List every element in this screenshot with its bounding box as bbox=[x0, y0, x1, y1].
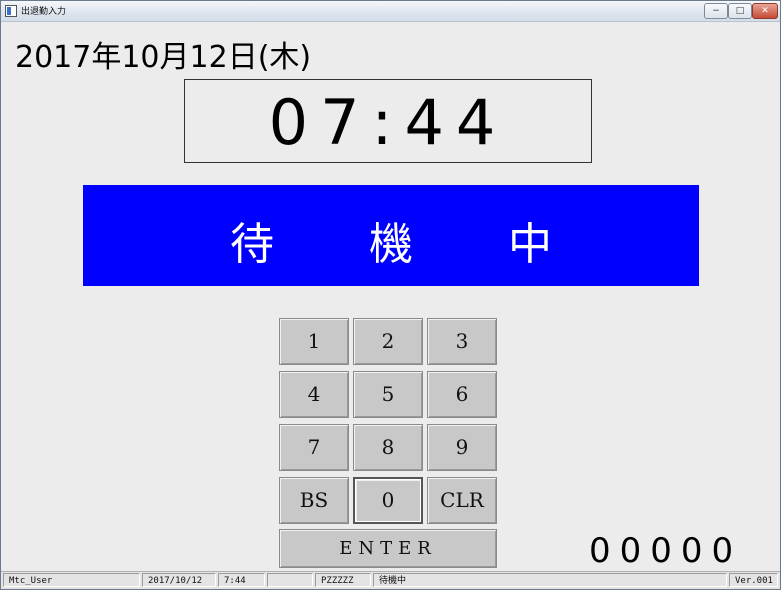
close-button[interactable]: ✕ bbox=[752, 3, 778, 19]
statusbar-code: PZZZZZ bbox=[315, 573, 371, 587]
clock-panel: 07:44 bbox=[184, 79, 592, 163]
key-1[interactable]: 1 bbox=[279, 318, 349, 365]
key-2[interactable]: 2 bbox=[353, 318, 423, 365]
statusbar-date: 2017/10/12 bbox=[142, 573, 216, 587]
maximize-button[interactable]: □ bbox=[728, 3, 752, 19]
key-0[interactable]: 0 bbox=[353, 477, 423, 524]
key-6[interactable]: 6 bbox=[427, 371, 497, 418]
clear-button[interactable]: CLR bbox=[427, 477, 497, 524]
key-5[interactable]: 5 bbox=[353, 371, 423, 418]
key-3[interactable]: 3 bbox=[427, 318, 497, 365]
backspace-button[interactable]: BS bbox=[279, 477, 349, 524]
status-bar: Mtc_User 2017/10/12 7:44 PZZZZZ 待機中 Ver.… bbox=[1, 571, 780, 589]
key-7[interactable]: 7 bbox=[279, 424, 349, 471]
enter-button[interactable]: ENTER bbox=[279, 529, 497, 568]
statusbar-version: Ver.001 bbox=[729, 573, 778, 587]
key-8[interactable]: 8 bbox=[353, 424, 423, 471]
key-4[interactable]: 4 bbox=[279, 371, 349, 418]
title-bar[interactable]: 出退勤入力 − □ ✕ bbox=[1, 1, 780, 22]
status-banner-text: 待機中 bbox=[230, 219, 647, 270]
clock-time: 07:44 bbox=[268, 86, 508, 159]
app-icon bbox=[5, 5, 17, 17]
status-banner: 待機中 bbox=[83, 185, 699, 286]
statusbar-time: 7:44 bbox=[218, 573, 265, 587]
statusbar-user: Mtc_User bbox=[3, 573, 140, 587]
key-9[interactable]: 9 bbox=[427, 424, 497, 471]
date-display: 2017年10月12日(木) bbox=[15, 40, 312, 75]
statusbar-state: 待機中 bbox=[373, 573, 727, 587]
window-title: 出退勤入力 bbox=[21, 7, 67, 17]
statusbar-blank bbox=[267, 573, 313, 587]
minimize-button[interactable]: − bbox=[704, 3, 728, 19]
counter-display: 00000 bbox=[589, 531, 743, 571]
app-window: 出退勤入力 − □ ✕ 2017年10月12日(木) 07:44 待機中 1 2… bbox=[0, 0, 781, 590]
